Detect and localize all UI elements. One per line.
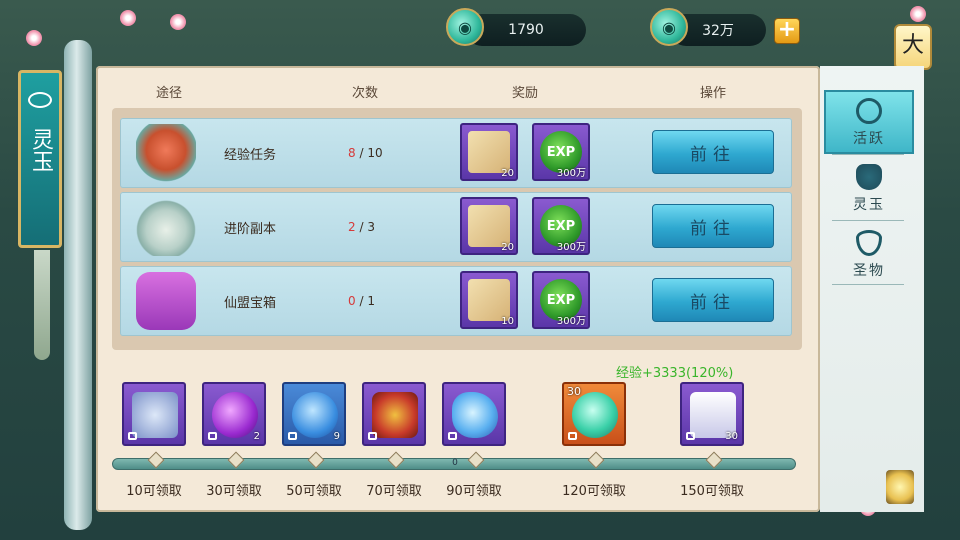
exp-item-slot[interactable]: EXP 300万 bbox=[532, 123, 590, 181]
quest-scroll-icon bbox=[468, 279, 510, 321]
jade-amount: 1790 bbox=[508, 22, 544, 38]
tab-label: 活跃 bbox=[853, 131, 885, 147]
milestone-label: 120可领取 bbox=[562, 484, 626, 499]
progress-value: 0 bbox=[452, 458, 458, 468]
tab-divider bbox=[832, 220, 904, 221]
blue-rose-icon bbox=[292, 392, 338, 438]
gold-jade-icon: ◉ bbox=[650, 8, 688, 46]
table-row: 进阶副本 2 / 3 20 EXP 300万 前往 bbox=[120, 192, 792, 262]
eye-icon bbox=[856, 230, 882, 256]
gift-bundle-icon bbox=[372, 392, 418, 438]
tab-jade[interactable]: 灵玉 bbox=[824, 158, 914, 222]
table-row: 仙盟宝箱 0 / 1 10 EXP 300万 前往 bbox=[120, 266, 792, 336]
tab-relic[interactable]: 圣物 bbox=[824, 224, 914, 288]
purple-orb-icon bbox=[212, 392, 258, 438]
treasure-chest-icon bbox=[136, 272, 196, 330]
milestone-label: 50可领取 bbox=[286, 484, 342, 499]
tab-divider bbox=[832, 154, 904, 155]
item-count: 20 bbox=[501, 242, 514, 253]
header-action: 操作 bbox=[700, 86, 727, 101]
reward-box[interactable]: 30 bbox=[562, 382, 626, 446]
row-count: 0 / 1 bbox=[348, 294, 375, 308]
scroll-rod bbox=[64, 40, 92, 530]
demon-mask-icon bbox=[856, 164, 882, 190]
jade-icon: ◉ bbox=[446, 8, 484, 46]
lock-icon bbox=[686, 432, 695, 440]
blossom-decoration bbox=[120, 10, 136, 26]
header-path: 途径 bbox=[156, 86, 183, 101]
quest-scroll-icon bbox=[468, 131, 510, 173]
blossom-decoration bbox=[170, 14, 186, 30]
exp-item-slot[interactable]: EXP 300万 bbox=[532, 197, 590, 255]
reward-box[interactable]: 30 bbox=[680, 382, 744, 446]
wheel-icon bbox=[856, 98, 882, 124]
milestone-label: 10可领取 bbox=[126, 484, 182, 499]
exp-amount: 300万 bbox=[556, 242, 586, 253]
banner-emblem-icon bbox=[28, 92, 52, 108]
blossom-decoration bbox=[26, 30, 42, 46]
exp-amount: 300万 bbox=[556, 316, 586, 327]
go-button[interactable]: 前往 bbox=[652, 204, 774, 248]
go-button[interactable]: 前往 bbox=[652, 130, 774, 174]
header-count: 次数 bbox=[352, 86, 379, 101]
milestone-label: 30可领取 bbox=[206, 484, 262, 499]
banner-title: 灵玉 bbox=[28, 128, 53, 172]
reward-box[interactable] bbox=[122, 382, 186, 446]
milestone-label: 90可领取 bbox=[446, 484, 502, 499]
lantern-button[interactable]: 大 bbox=[894, 24, 932, 70]
lantern-decoration bbox=[886, 470, 914, 504]
lock-icon bbox=[288, 432, 297, 440]
reward-count: 2 bbox=[253, 431, 260, 442]
reward-box[interactable]: 2 bbox=[202, 382, 266, 446]
reward-box[interactable] bbox=[362, 382, 426, 446]
scroll-item-slot[interactable]: 10 bbox=[460, 271, 518, 329]
blue-crystal-icon bbox=[452, 392, 498, 438]
exp-amount: 300万 bbox=[556, 168, 586, 179]
gold-amount: 32万 bbox=[702, 23, 734, 39]
add-currency-button[interactable]: + bbox=[774, 18, 800, 44]
header-reward: 奖励 bbox=[512, 86, 539, 101]
lock-icon bbox=[568, 432, 577, 440]
tab-label: 灵玉 bbox=[853, 197, 885, 213]
item-count: 10 bbox=[501, 316, 514, 327]
activity-progress-bar: 0 bbox=[112, 458, 796, 470]
table-row: 经验任务 8 / 10 20 EXP 300万 前往 bbox=[120, 118, 792, 188]
tab-active[interactable]: 活跃 bbox=[824, 90, 914, 154]
reward-top-count: 30 bbox=[567, 385, 581, 398]
silver-badge-icon bbox=[132, 392, 178, 438]
reward-count: 30 bbox=[725, 431, 738, 442]
quest-scroll-icon bbox=[468, 205, 510, 247]
exp-item-slot[interactable]: EXP 300万 bbox=[532, 271, 590, 329]
milestone-label: 150可领取 bbox=[680, 484, 744, 499]
row-count: 8 / 10 bbox=[348, 146, 383, 160]
reward-count: 9 bbox=[333, 431, 340, 442]
scroll-item-slot[interactable]: 20 bbox=[460, 123, 518, 181]
exp-bonus-text: 经验+3333(120%) bbox=[616, 366, 734, 381]
row-name: 仙盟宝箱 bbox=[224, 296, 277, 311]
exp-task-icon bbox=[136, 124, 196, 182]
jade-currency-bar: 1790 bbox=[466, 14, 586, 46]
blossom-decoration bbox=[910, 6, 926, 22]
row-count: 2 / 3 bbox=[348, 220, 375, 234]
milestone-label: 70可领取 bbox=[366, 484, 422, 499]
item-count: 20 bbox=[501, 168, 514, 179]
tab-label: 圣物 bbox=[853, 263, 885, 279]
reward-box[interactable]: 9 bbox=[282, 382, 346, 446]
row-name: 进阶副本 bbox=[224, 222, 277, 237]
lock-icon bbox=[368, 432, 377, 440]
tab-divider bbox=[832, 284, 904, 285]
tassel-decoration bbox=[34, 250, 50, 360]
go-button[interactable]: 前往 bbox=[652, 278, 774, 322]
reward-box[interactable] bbox=[442, 382, 506, 446]
row-name: 经验任务 bbox=[224, 148, 277, 163]
scroll-item-slot[interactable]: 20 bbox=[460, 197, 518, 255]
jade-dragon-icon bbox=[572, 392, 618, 438]
dungeon-icon bbox=[136, 198, 196, 256]
lock-icon bbox=[448, 432, 457, 440]
lock-icon bbox=[128, 432, 137, 440]
lock-icon bbox=[208, 432, 217, 440]
